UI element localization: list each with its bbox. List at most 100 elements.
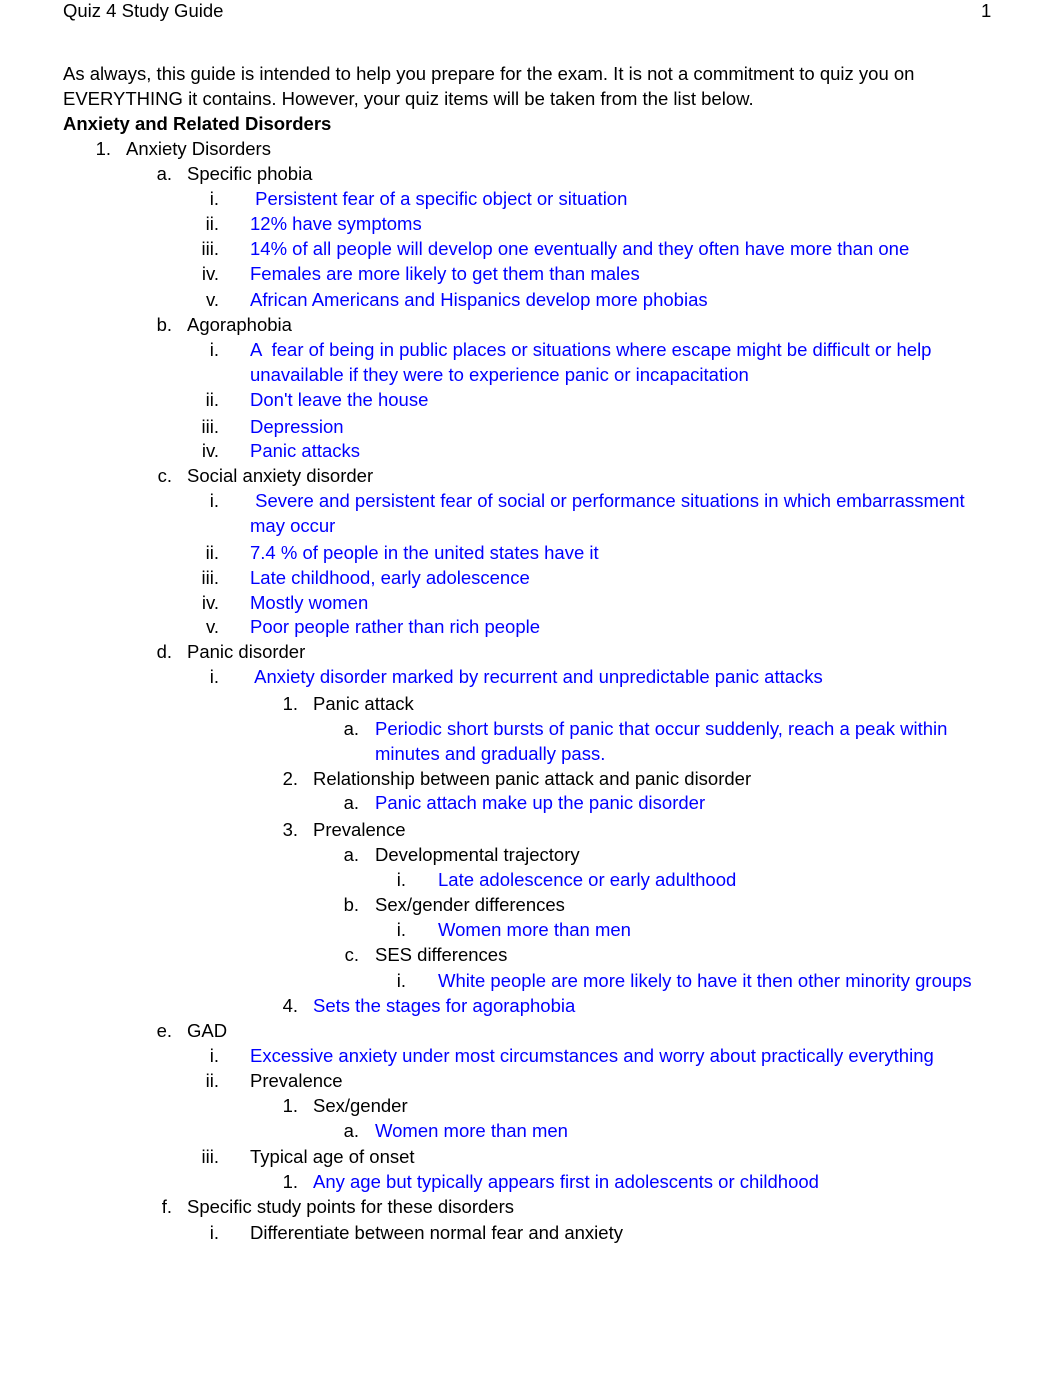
list-marker: b. [156,314,172,335]
list-marker: i. [209,1045,219,1066]
outline-item: c. SES differences [0,942,1062,967]
outline-item: ii. Don't leave the house [0,387,1062,412]
topic-text: SES differences [375,944,508,965]
answer-text: Women more than men [438,919,631,940]
outline-item: a. Panic attach make up the panic disorde… [0,790,1062,815]
list-marker: a. [343,718,359,739]
outline-item: i. Differentiate between normal fear and … [0,1220,1062,1245]
list-marker: 3. [282,819,298,840]
list-marker: v. [205,289,219,310]
outline-item: a. Periodic short bursts of panic that oc… [0,716,1062,741]
list-marker: iv. [201,440,219,461]
answer-text: Panic attach make up the panic disorder [375,792,706,813]
list-marker: i. [396,869,406,890]
answer-text: Don't leave the house [250,389,429,410]
topic-text: Differentiate between normal fear and an… [250,1222,623,1243]
answer-text: Females are more likely to get them than… [250,263,640,284]
answer-text: Poor people rather than rich people [250,616,541,637]
answer-text: Periodic short bursts of panic that occu… [375,718,948,739]
outline-item: may occur [0,513,1062,538]
outline-item: iii. 14% of all people will develop one e… [0,236,1062,261]
list-marker: i. [209,666,219,687]
list-marker: iii. [201,416,219,437]
topic-text: Agoraphobia [187,314,292,335]
outline-item: unavailable if they were to experience p… [0,362,1062,387]
list-marker: ii. [205,1070,219,1091]
answer-text: may occur [250,515,336,536]
topic-text: Social anxiety disorder [187,465,374,486]
outline-item: a. Specific phobia [0,161,1062,186]
section-heading: Anxiety and Related Disorders [63,113,332,134]
topic-text: Specific phobia [187,163,313,184]
list-marker: i. [209,188,219,209]
list-marker: b. [343,894,359,915]
list-marker: 1. [282,1171,298,1192]
topic-text: Panic disorder [187,641,306,662]
answer-text: Severe and persistent fear of social or … [250,490,965,511]
topic-text: Sex/gender [313,1095,408,1116]
outline-item: iii. Depression [0,414,1062,439]
topic-text: Developmental trajectory [375,844,580,865]
list-marker: iv. [201,592,219,613]
list-marker: ii. [205,389,219,410]
answer-text: Excessive anxiety under most circumstanc… [250,1045,934,1066]
answer-text: Panic attacks [250,440,361,461]
outline-item: iv. Panic attacks [0,438,1062,463]
outline-item: v. Poor people rather than rich people [0,614,1062,639]
page-number: 1 [981,0,992,21]
topic-text: Prevalence [313,819,406,840]
topic-text: Typical age of onset [250,1146,415,1167]
outline-item: a. Developmental trajectory [0,842,1062,867]
topic-text: GAD [187,1020,228,1041]
topic-text: Anxiety Disorders [126,138,271,159]
answer-text: White people are more likely to have it … [438,970,972,991]
list-marker: iii. [201,567,219,588]
outline-item: f. Specific study points for these disord… [0,1194,1062,1219]
outline-item: b. Sex/gender differences [0,892,1062,917]
list-marker: a. [156,163,172,184]
list-marker: a. [343,844,359,865]
list-marker: ii. [205,542,219,563]
topic-text: Sex/gender differences [375,894,565,915]
topic-text: Prevalence [250,1070,343,1091]
answer-text: Anxiety disorder marked by recurrent and… [250,666,823,687]
outline-item: 3. Prevalence [0,817,1062,842]
list-marker: a. [343,1120,359,1141]
list-marker: 1. [282,693,298,714]
outline-item: 2. Relationship between panic attack and … [0,766,1062,791]
outline-item: 1. Panic attack [0,691,1062,716]
outline-item: i. Persistent fear of a specific object … [0,186,1062,211]
outline-item: i. Women more than men [0,917,1062,942]
list-marker: i. [209,1222,219,1243]
outline-item: i. Excessive anxiety under most circumsta… [0,1043,1062,1068]
outline-item: 1. Sex/gender [0,1093,1062,1118]
outline-item: 1. Any age but typically appears first in… [0,1169,1062,1194]
list-marker: iii. [201,238,219,259]
list-marker: 2. [282,768,298,789]
answer-text: 14% of all people will develop one event… [250,238,910,259]
topic-text: Panic attack [313,693,414,714]
outline-item: i. Severe and persistent fear of social … [0,488,1062,513]
list-marker: a. [343,792,359,813]
list-marker: i. [396,970,406,991]
outline-item: i. White people are more likely to have i… [0,968,1062,993]
answer-text: A fear of being in public places or situ… [250,339,932,360]
list-marker: c. [157,465,172,486]
outline-item: b. Agoraphobia [0,312,1062,337]
list-marker: c. [344,944,359,965]
answer-text: Late adolescence or early adulthood [438,869,737,890]
outline-item: v. African Americans and Hispanics develo… [0,287,1062,312]
list-marker: 4. [282,995,298,1016]
topic-text: Specific study points for these disorder… [187,1196,514,1217]
answer-text: Persistent fear of a specific object or … [250,188,628,209]
answer-text: 12% have symptoms [250,213,422,234]
list-marker: ii. [205,213,219,234]
answer-text: minutes and gradually pass. [375,743,606,764]
outline-item: a. Women more than men [0,1118,1062,1143]
outline-item: c. Social anxiety disorder [0,463,1062,488]
list-marker: d. [156,641,172,662]
outline-item: iv. Mostly women [0,590,1062,615]
outline-item: ii. Prevalence [0,1068,1062,1093]
answer-text: Sets the stages for agoraphobia [313,995,576,1016]
intro-paragraph: As always, this guide is intended to hel… [63,63,915,109]
